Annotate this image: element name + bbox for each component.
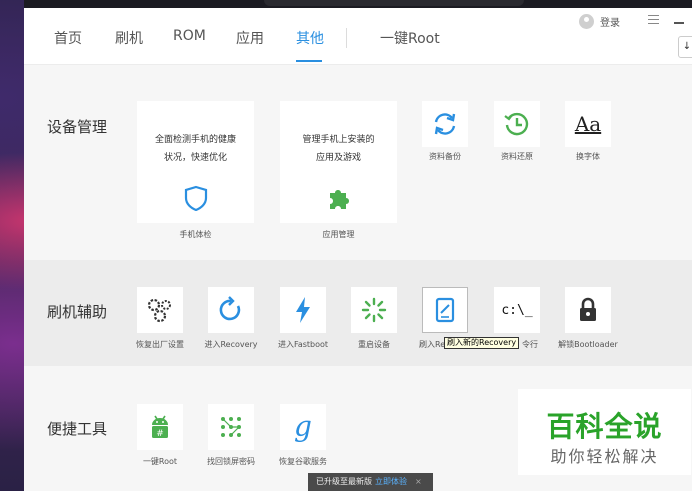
command-line-label: 令行 [522, 340, 538, 349]
unlock-bootloader-label: 解锁Bootloader [558, 340, 618, 349]
lightning-icon [296, 297, 310, 323]
lock-icon [580, 297, 596, 321]
one-click-root-button[interactable]: # [137, 404, 183, 450]
tab-flash[interactable]: 刷机 [115, 28, 143, 48]
restore-button[interactable] [494, 101, 540, 147]
recover-lock-pattern-label: 找回锁屏密码 [207, 457, 255, 466]
avatar-icon [579, 14, 594, 29]
section-title-device: 设备管理 [47, 118, 108, 136]
command-line-button[interactable]: c:\_ [494, 287, 540, 333]
flash-assist-section: 刷机辅助 恢复出厂设置 进入Recovery 进入Fastboot 重启设备 刷… [24, 260, 692, 366]
titlebar-notch [264, 0, 524, 6]
enter-fastboot-label: 进入Fastboot [277, 340, 329, 349]
phone-checkup-card[interactable]: 全面检测手机的健康 状况，快速优化 [137, 101, 254, 223]
loading-icon [361, 297, 387, 323]
puzzle-icon [330, 190, 349, 209]
pattern-icon [221, 417, 241, 437]
cmd-icon: c:\_ [501, 302, 533, 318]
svg-text:#: # [156, 429, 164, 439]
window-top-strip [24, 0, 692, 8]
restore-label: 资料还原 [501, 152, 533, 161]
restore-google-services-button[interactable]: g [280, 404, 326, 450]
app-window: 首页 刷机 ROM 应用 其他 一键Root 登录 ↓ 设备管理 全面检测手机的… [24, 8, 692, 491]
top-nav: 首页 刷机 ROM 应用 其他 一键Root 登录 ↓ [24, 8, 692, 65]
upgrade-notification: 已升级至最新版 立即体验 × [308, 473, 433, 491]
gears-icon [147, 298, 171, 323]
tab-divider [346, 28, 347, 48]
enter-recovery-button[interactable] [208, 287, 254, 333]
history-icon [504, 112, 529, 136]
sync-icon [434, 113, 456, 135]
tab-home[interactable]: 首页 [54, 28, 82, 48]
device-management-section: 设备管理 全面检测手机的健康 状况，快速优化 手机体检 管理手机上安装的 应用及… [24, 66, 692, 259]
minimize-icon[interactable] [674, 22, 684, 24]
enter-recovery-label: 进入Recovery [204, 340, 258, 349]
tablet-edit-icon [435, 297, 455, 323]
watermark-logo: 百科全说 助你轻松解决 [518, 389, 691, 475]
tab-apps[interactable]: 应用 [236, 28, 264, 48]
download-icon[interactable]: ↓ [678, 36, 692, 58]
login-button[interactable]: 登录 [579, 14, 620, 29]
tab-other[interactable]: 其他 [296, 28, 324, 48]
upgrade-link[interactable]: 立即体验 [375, 477, 407, 486]
unlock-bootloader-button[interactable] [565, 287, 611, 333]
google-icon: g [294, 410, 312, 443]
factory-reset-label: 恢复出厂设置 [136, 340, 184, 349]
one-click-root-label: 一键Root [142, 457, 178, 466]
change-font-button[interactable]: Aa [565, 101, 611, 147]
watermark-subtitle: 助你轻松解决 [550, 447, 659, 466]
backup-label: 资料备份 [429, 152, 461, 161]
backup-button[interactable] [422, 101, 468, 147]
reboot-device-label: 重启设备 [358, 340, 390, 349]
shield-icon [184, 185, 208, 211]
phone-checkup-desc: 全面检测手机的健康 状况，快速优化 [154, 135, 236, 163]
change-font-label: 换字体 [576, 152, 600, 161]
watermark-title: 百科全说 [546, 410, 663, 443]
upgrade-text: 已升级至最新版 [316, 477, 372, 486]
login-label: 登录 [600, 18, 620, 29]
section-title-flash: 刷机辅助 [47, 303, 108, 321]
enter-fastboot-button[interactable] [280, 287, 326, 333]
close-icon[interactable]: × [415, 477, 422, 486]
reboot-device-button[interactable] [351, 287, 397, 333]
recover-lock-pattern-button[interactable] [208, 404, 254, 450]
flash-recovery-button[interactable] [422, 287, 468, 333]
menu-icon[interactable] [648, 15, 659, 24]
section-title-tools: 便捷工具 [47, 420, 108, 438]
tooltip: 刷入新的Recovery [444, 337, 520, 349]
refresh-icon [219, 296, 241, 321]
tab-rom[interactable]: ROM [173, 28, 206, 44]
app-manager-card[interactable]: 管理手机上安装的 应用及游戏 [280, 101, 397, 223]
app-manager-desc: 管理手机上安装的 应用及游戏 [302, 135, 375, 163]
phone-checkup-label: 手机体检 [179, 230, 212, 239]
flash-recovery-label: 刷入Re [419, 340, 446, 349]
font-icon: Aa [574, 112, 602, 136]
restore-google-services-label: 恢复谷歌服务 [279, 457, 327, 466]
app-manager-label: 应用管理 [322, 230, 355, 239]
active-tab-indicator [296, 60, 322, 62]
android-icon: # [152, 415, 168, 439]
factory-reset-button[interactable] [137, 287, 183, 333]
tab-one-click-root[interactable]: 一键Root [380, 28, 440, 48]
